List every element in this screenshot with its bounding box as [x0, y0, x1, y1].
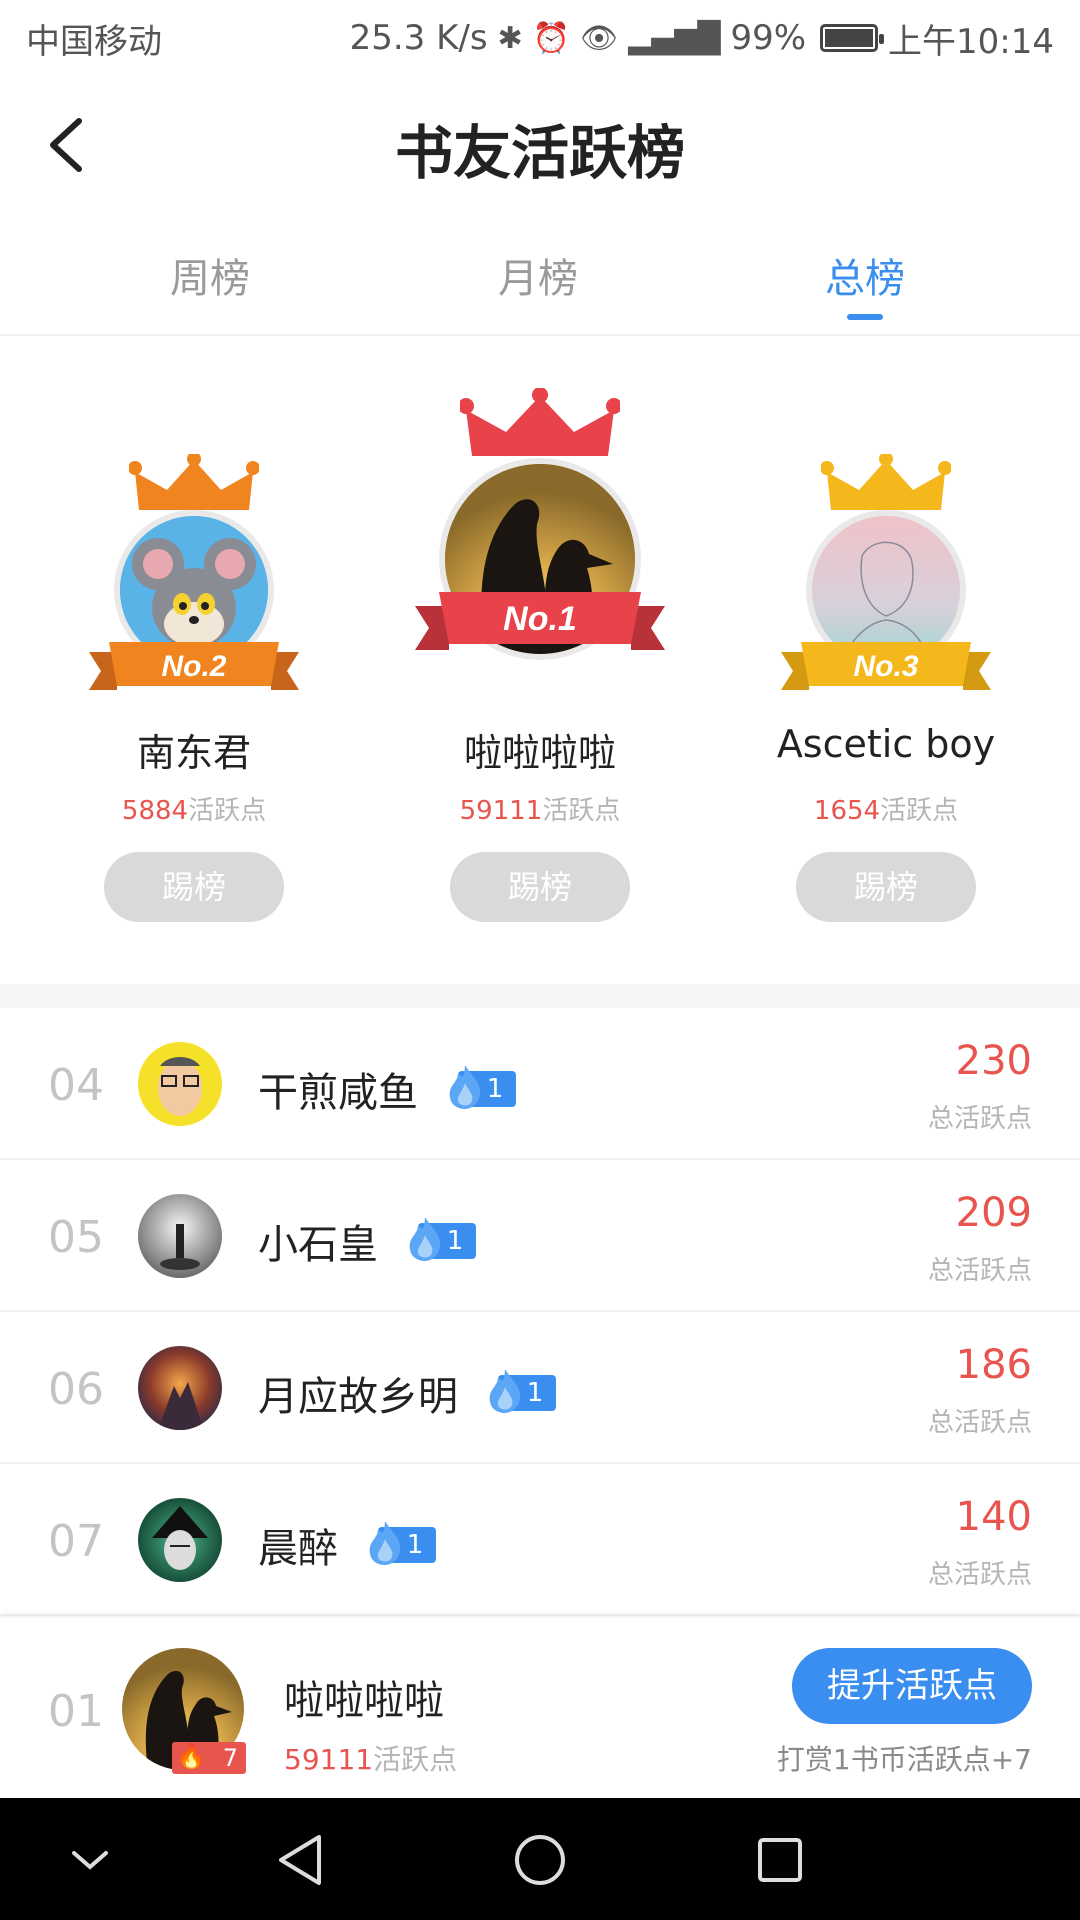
back-triangle-icon[interactable]: [268, 1828, 332, 1892]
system-nav-bar: [0, 1798, 1080, 1920]
user-name: 小石皇: [258, 1222, 378, 1268]
fire-badge: 1: [484, 1369, 556, 1413]
signal-icon: ▂▄▆█: [628, 20, 721, 56]
fire-badge: 1: [404, 1217, 476, 1261]
list-item[interactable]: 04 干煎咸鱼 1 230 总活跃点: [0, 1008, 1080, 1160]
score-label: 总活跃点: [927, 1256, 1032, 1286]
recents-square-icon[interactable]: [748, 1828, 812, 1892]
active-tab-indicator: [847, 314, 883, 320]
tab-weekly[interactable]: 周榜: [110, 246, 310, 304]
page-title: 书友活跃榜: [394, 119, 685, 187]
my-fire-badge: 🔥 7: [172, 1742, 246, 1774]
points: 5884活跃点: [121, 796, 267, 826]
user-name: 干煎咸鱼: [258, 1070, 418, 1116]
rank-number: 05: [48, 1212, 104, 1263]
boost-activity-button[interactable]: 提升活跃点: [792, 1648, 1032, 1724]
flame-icon: 🔥: [176, 1742, 206, 1770]
battery-percent: 99%: [730, 18, 807, 58]
kick-button[interactable]: 踢榜: [450, 852, 630, 922]
flame-icon: [369, 1521, 401, 1565]
battery-icon: [820, 24, 885, 52]
crown-icon: [821, 454, 951, 510]
crown-icon: [129, 454, 259, 510]
eye-icon: 👁: [580, 20, 619, 56]
user-name: 啦啦啦啦: [463, 731, 616, 775]
score: 209: [955, 1190, 1032, 1236]
avatar: [138, 1346, 222, 1430]
podium-rank-3[interactable]: No.3 Ascetic boy 1654活跃点 踢榜: [716, 338, 1056, 984]
avatar: [138, 1498, 222, 1582]
score-label: 总活跃点: [927, 1560, 1032, 1590]
my-rank-number: 01: [48, 1686, 104, 1737]
network-speed: 25.3 K/s: [349, 18, 488, 58]
alarm-icon: ⏰: [532, 20, 571, 56]
user-name: Ascetic boy: [776, 722, 996, 766]
my-name: 啦啦啦啦: [284, 1678, 444, 1724]
kick-button[interactable]: 踢榜: [796, 852, 976, 922]
kick-button[interactable]: 踢榜: [104, 852, 284, 922]
list-item[interactable]: 07 晨醉 1 140 总活跃点: [0, 1464, 1080, 1616]
rank-label: No.2: [161, 650, 227, 683]
list-item[interactable]: 05 小石皇 1 209 总活跃点: [0, 1160, 1080, 1312]
status-indicators: 25.3 K/s ✱ ⏰ 👁 ▂▄▆█ 99% 上午10:14: [350, 14, 1054, 63]
rank-number: 06: [48, 1364, 104, 1415]
avatar: [138, 1042, 222, 1126]
rank-label: No.3: [853, 650, 919, 683]
section-divider: [0, 984, 1080, 1008]
carrier-label: 中国移动: [26, 21, 162, 62]
header: 书友活跃榜: [0, 76, 1080, 216]
points: 59111活跃点: [459, 796, 621, 826]
user-name: 南东君: [136, 731, 251, 775]
clock: 上午10:14: [888, 21, 1054, 62]
flame-icon: [409, 1217, 441, 1261]
crown-icon: [460, 388, 620, 456]
home-circle-icon[interactable]: [508, 1828, 572, 1892]
user-name: 晨醉: [258, 1526, 338, 1572]
rank-list: 04 干煎咸鱼 1 230 总活跃点 05 小石皇 1 209 总活跃点 06 …: [0, 1008, 1080, 1616]
tab-monthly[interactable]: 月榜: [438, 246, 638, 304]
fire-badge: 1: [444, 1065, 516, 1109]
podium-rank-1[interactable]: No.1 啦啦啦啦 59111活跃点 踢榜: [370, 338, 710, 984]
list-item[interactable]: 06 月应故乡明 1 186 总活跃点: [0, 1312, 1080, 1464]
tab-total[interactable]: 总榜: [765, 246, 965, 304]
tab-bar: 周榜 月榜 总榜: [0, 216, 1080, 336]
bluetooth-icon: ✱: [497, 20, 523, 56]
score: 140: [955, 1494, 1032, 1540]
status-bar: 中国移动 25.3 K/s ✱ ⏰ 👁 ▂▄▆█ 99% 上午10:14: [0, 0, 1080, 76]
user-name: 月应故乡明: [258, 1374, 458, 1420]
points: 1654活跃点: [813, 796, 959, 826]
fire-badge: 1: [364, 1521, 436, 1565]
rank-number: 04: [48, 1060, 104, 1111]
chevron-down-icon[interactable]: [58, 1828, 122, 1892]
podium: No.2 南东君 5884活跃点 踢榜 No.1 啦啦啦啦 59111活跃点 踢…: [0, 338, 1080, 984]
podium-rank-2[interactable]: No.2 南东君 5884活跃点 踢榜: [24, 338, 364, 984]
my-rank-bar: 01 🔥 7 啦啦啦啦 59111活跃点 提升活跃点 打赏1书币活跃点+7: [0, 1618, 1080, 1798]
score: 186: [955, 1342, 1032, 1388]
score-label: 总活跃点: [927, 1104, 1032, 1134]
boost-tip: 打赏1书币活跃点+7: [776, 1743, 1032, 1776]
score-label: 总活跃点: [927, 1408, 1032, 1438]
score: 230: [955, 1038, 1032, 1084]
flame-icon: [449, 1065, 481, 1109]
rank-number: 07: [48, 1516, 104, 1567]
rank-label: No.1: [503, 600, 577, 638]
flame-icon: [489, 1369, 521, 1413]
avatar: [138, 1194, 222, 1278]
my-points: 59111活跃点: [284, 1743, 458, 1776]
